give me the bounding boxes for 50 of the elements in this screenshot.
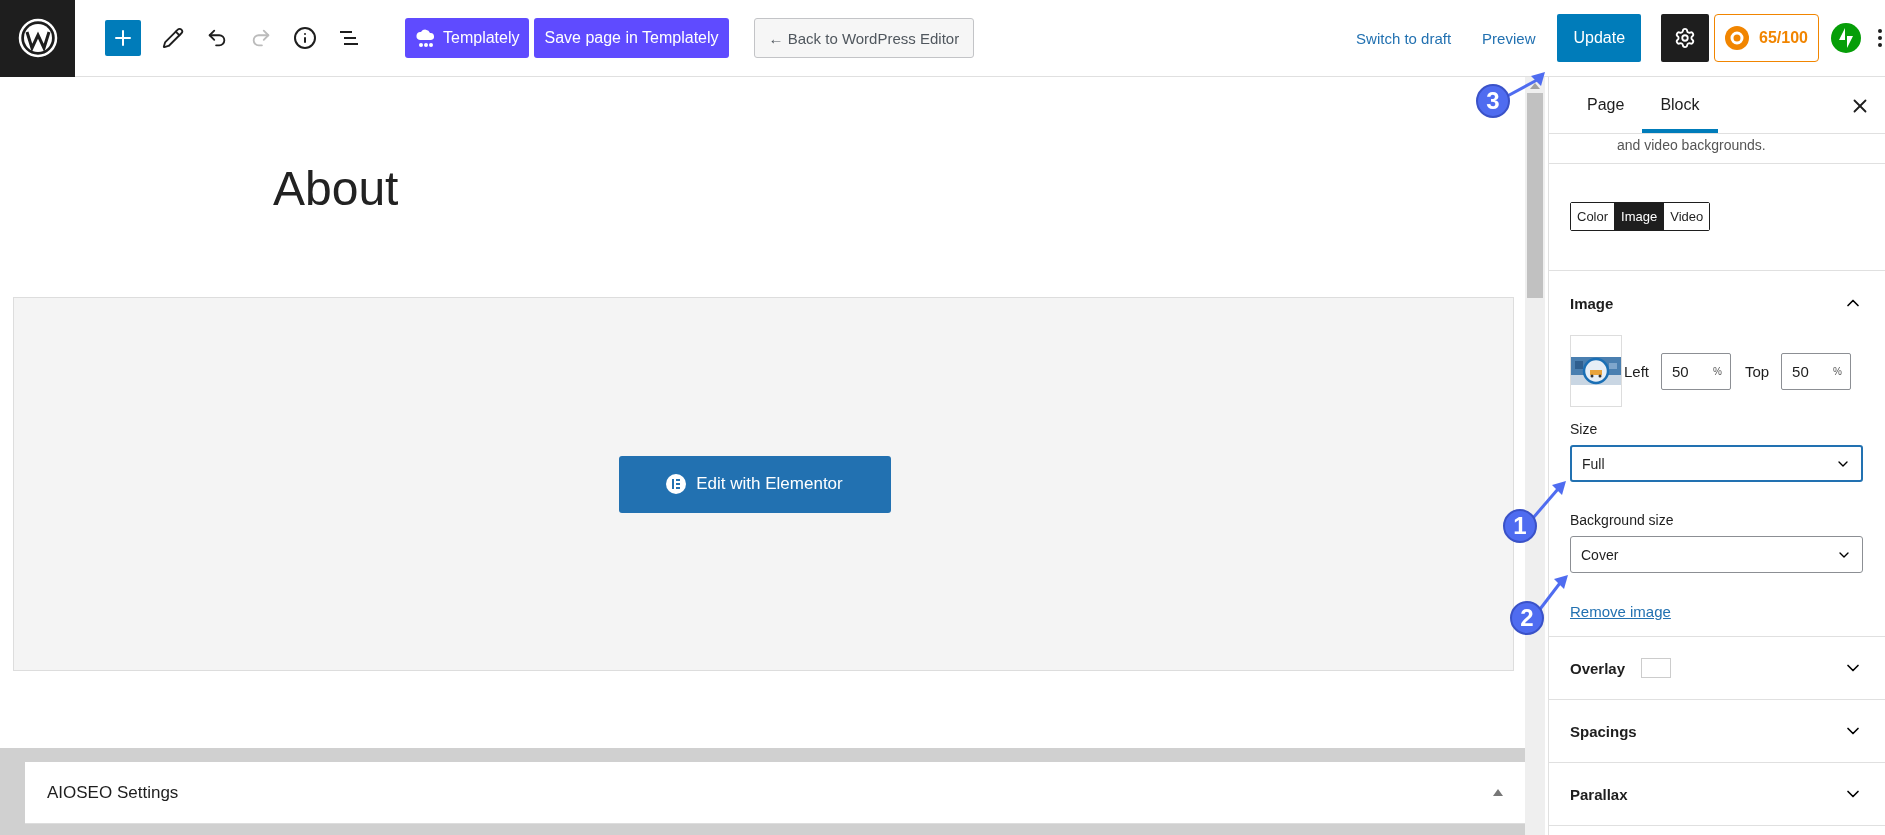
wordpress-logo-icon[interactable] (17, 18, 58, 58)
background-size-select[interactable]: Cover (1570, 536, 1863, 573)
position-label: Top (1744, 362, 1770, 380)
scroll-thumb[interactable] (1527, 93, 1543, 298)
sidebar-tab[interactable]: Block (1642, 77, 1718, 133)
position-field[interactable]: 50 % (1781, 352, 1851, 390)
wordpress-logo[interactable] (0, 0, 75, 77)
position-field[interactable]: 50 % (1661, 352, 1731, 390)
settings-button[interactable] (1661, 14, 1710, 62)
collapse-icon[interactable] (1493, 789, 1503, 796)
cloud-icon (415, 27, 437, 49)
select-value: Full (1582, 455, 1605, 472)
pencil-icon[interactable] (161, 26, 185, 50)
more-options-icon[interactable] (1877, 28, 1883, 48)
select-value: Cover (1581, 546, 1619, 563)
color-swatch[interactable] (1641, 658, 1672, 678)
settings-icon (1674, 27, 1697, 49)
sidebar-tab[interactable]: Page (1569, 77, 1643, 133)
section-title[interactable]: Image (1570, 294, 1614, 312)
back-button[interactable]: ← Back to WordPress Editor (753, 18, 975, 58)
save-templately-button[interactable]: Save page in Templately (534, 18, 729, 58)
background-type-option[interactable]: Image (1615, 203, 1665, 230)
field-value: 50 (1792, 362, 1809, 380)
info-icon[interactable] (293, 26, 317, 50)
background-type-option[interactable]: Color (1571, 203, 1616, 230)
panel-title[interactable]: Parallax (1570, 785, 1628, 803)
elementor-icon (666, 474, 687, 494)
panel-title[interactable]: Overlay (1570, 659, 1626, 677)
field-label: Background size (1570, 512, 1675, 528)
field-label: Size (1570, 421, 1599, 437)
position-label: Left (1624, 362, 1650, 380)
description-text: and video backgrounds. (1617, 137, 1766, 153)
preview-link[interactable]: Preview (1482, 29, 1536, 47)
size-select[interactable]: Full (1570, 445, 1863, 482)
remove-image-link[interactable]: Remove image (1570, 603, 1671, 620)
update-button[interactable]: Update (1557, 14, 1642, 62)
unit-label: % (1713, 365, 1722, 377)
scroll-up-icon[interactable] (1530, 83, 1540, 89)
bolt-icon[interactable] (1831, 23, 1861, 53)
page-title[interactable]: About (273, 161, 1525, 297)
field-value: 50 (1672, 362, 1689, 380)
image-thumbnail[interactable] (1570, 335, 1622, 407)
panel-title[interactable]: Spacings (1570, 722, 1637, 740)
add-block-button[interactable] (105, 20, 141, 56)
templately-button[interactable]: Templately (405, 18, 530, 58)
panel-title[interactable]: AIOSEO Settings (47, 782, 179, 803)
switch-to-draft-link[interactable]: Switch to draft (1356, 29, 1452, 47)
unit-label: % (1833, 365, 1842, 377)
callout-number: 3 (1476, 84, 1510, 118)
edit-with-elementor-button[interactable]: Edit with Elementor (618, 455, 891, 513)
